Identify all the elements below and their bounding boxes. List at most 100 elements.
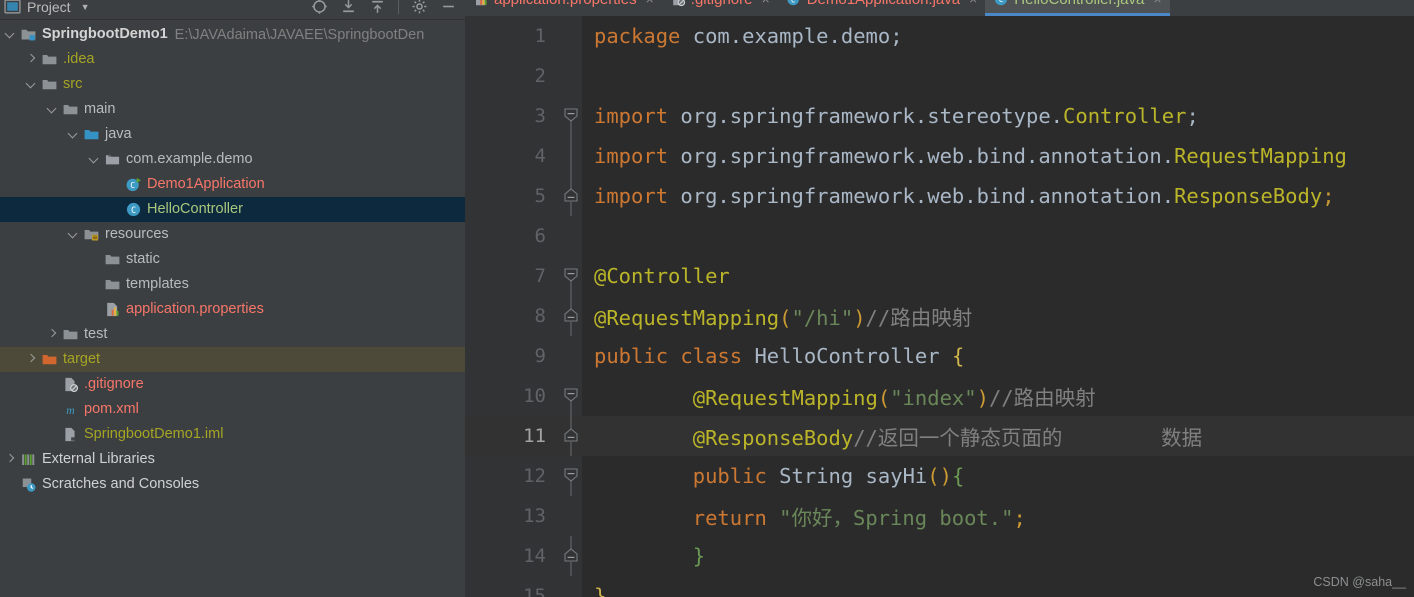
code-area[interactable]: 1 package com.example.demo; 2 3 import org.… xyxy=(465,16,1414,597)
code-line[interactable]: 12 public String sayHi(){ xyxy=(465,456,1414,496)
gitignore-icon xyxy=(65,377,79,393)
code-line[interactable]: 7 @Controller xyxy=(465,256,1414,296)
code-text: } xyxy=(582,584,1414,597)
chevron-right-icon[interactable] xyxy=(25,353,38,366)
close-icon[interactable]: × xyxy=(646,0,654,7)
tree-row-scratches-and-consoles[interactable]: Scratches and Consoles xyxy=(0,472,465,497)
tree-item-label: Scratches and Consoles xyxy=(42,476,200,492)
tree-row-test[interactable]: test xyxy=(0,322,465,347)
toolbar-divider xyxy=(398,0,399,14)
code-token: public xyxy=(692,464,767,488)
sidebar-tool-buttons xyxy=(311,0,465,15)
code-token: public xyxy=(594,344,669,368)
tree-item-label: .idea xyxy=(63,51,95,67)
expand-all-icon[interactable] xyxy=(369,0,386,15)
tree-row-hellocontroller[interactable]: C HelloController xyxy=(0,197,465,222)
svg-text:C: C xyxy=(999,0,1004,4)
tree-row-src[interactable]: src xyxy=(0,72,465,97)
fold-marker[interactable] xyxy=(560,256,582,296)
code-line[interactable]: 1 package com.example.demo; xyxy=(465,16,1414,56)
code-line[interactable]: 4 import org.springframework.web.bind.an… xyxy=(465,136,1414,176)
tree-row-target[interactable]: target xyxy=(0,347,465,372)
tree-row-demo1application[interactable]: C Demo1Application xyxy=(0,172,465,197)
collapse-all-icon[interactable] xyxy=(340,0,357,15)
package-icon xyxy=(105,154,120,165)
code-line[interactable]: 10 @RequestMapping("index")//路由映射 xyxy=(465,376,1414,416)
close-icon[interactable]: × xyxy=(1153,0,1161,7)
line-number: 10 xyxy=(523,385,546,407)
code-token: } xyxy=(594,584,607,597)
line-number: 15 xyxy=(523,585,546,597)
chevron-right-icon[interactable] xyxy=(4,453,17,466)
code-line[interactable]: 14 } xyxy=(465,536,1414,576)
editor-tab-application-properties[interactable]: application.properties × xyxy=(465,0,662,16)
tree-row-project-root[interactable]: SpringbootDemo1 E:\JAVAdaima\JAVAEE\Spri… xyxy=(0,22,465,47)
code-line[interactable]: 11 @ResponseBody//返回一个静态页面的 数据 xyxy=(465,416,1414,456)
folder-icon xyxy=(105,280,120,290)
project-tool-window-header[interactable]: Project ▼ xyxy=(0,0,90,15)
maven-icon: m xyxy=(66,404,74,417)
code-token: //路由映射 xyxy=(988,386,1096,410)
code-line[interactable]: 9 public class HelloController { xyxy=(465,336,1414,376)
code-line[interactable]: 8 @RequestMapping("/hi")//路由映射 xyxy=(465,296,1414,336)
fold-marker[interactable] xyxy=(560,536,582,576)
tree-row-application-properties[interactable]: application.properties xyxy=(0,297,465,322)
editor-tab-demo1application-java[interactable]: C Demo1Application.java × xyxy=(778,0,986,16)
tree-row-java[interactable]: java xyxy=(0,122,465,147)
tree-row-gitignore[interactable]: .gitignore xyxy=(0,372,465,397)
folder-res-icon xyxy=(84,230,99,241)
project-root-path: E:\JAVAdaima\JAVAEE\SpringbootDen xyxy=(174,26,425,43)
tree-row-static[interactable]: static xyxy=(0,247,465,272)
fold-marker[interactable] xyxy=(560,296,582,336)
fold-marker[interactable] xyxy=(560,416,582,456)
chevron-down-icon[interactable] xyxy=(67,128,80,141)
chevron-right-icon[interactable] xyxy=(25,53,38,66)
code-line[interactable]: 3 import org.springframework.stereotype.… xyxy=(465,96,1414,136)
code-line[interactable]: 6 xyxy=(465,216,1414,256)
editor-tab-bar: application.properties × .gitignore × C De… xyxy=(465,0,1414,16)
tree-row-main[interactable]: main xyxy=(0,97,465,122)
code-line[interactable]: 2 xyxy=(465,56,1414,96)
chevron-down-icon[interactable] xyxy=(46,103,59,116)
close-icon[interactable]: × xyxy=(762,0,770,7)
minimize-icon[interactable] xyxy=(440,0,457,15)
tree-row-springbootdemo1-iml[interactable]: SpringbootDemo1.iml xyxy=(0,422,465,447)
fold-marker[interactable] xyxy=(560,176,582,216)
chevron-down-icon[interactable] xyxy=(67,228,80,241)
fold-marker[interactable] xyxy=(560,376,582,416)
locate-icon[interactable] xyxy=(311,0,328,15)
fold-marker[interactable] xyxy=(560,456,582,496)
line-number: 2 xyxy=(534,65,546,87)
editor-tab--gitignore[interactable]: .gitignore × xyxy=(662,0,778,16)
chevron-right-icon[interactable] xyxy=(46,328,59,341)
chevron-down-icon[interactable] xyxy=(88,153,101,166)
folder-icon xyxy=(63,105,78,115)
code-line[interactable]: 15} xyxy=(465,576,1414,597)
fold-marker xyxy=(560,336,582,376)
code-text: @RequestMapping("/hi")//路由映射 xyxy=(582,301,1414,331)
code-text: } xyxy=(582,544,1414,568)
tree-row-com-example-demo[interactable]: com.example.demo xyxy=(0,147,465,172)
chevron-down-icon[interactable] xyxy=(4,28,17,41)
editor-tab-hellocontroller-java[interactable]: C HelloController.java × xyxy=(985,0,1170,16)
chevron-down-icon[interactable]: ▼ xyxy=(81,2,90,12)
fold-marker[interactable] xyxy=(560,96,582,136)
properties-icon xyxy=(107,302,119,317)
folder-icon xyxy=(63,330,78,340)
chevron-down-icon[interactable] xyxy=(25,78,38,91)
code-line[interactable]: 5 import org.springframework.web.bind.an… xyxy=(465,176,1414,216)
code-text: package com.example.demo; xyxy=(582,24,1414,48)
code-line[interactable]: 13 return "你好，Spring boot."; xyxy=(465,496,1414,536)
settings-gear-icon[interactable] xyxy=(411,0,428,15)
line-number: 8 xyxy=(534,305,546,327)
gitignore-icon xyxy=(672,0,685,7)
tree-row-pom-xml[interactable]: m pom.xml xyxy=(0,397,465,422)
tree-row-external-libraries[interactable]: External Libraries xyxy=(0,447,465,472)
tree-row-resources[interactable]: resources xyxy=(0,222,465,247)
tree-row-templates[interactable]: templates xyxy=(0,272,465,297)
tree-row-idea[interactable]: .idea xyxy=(0,47,465,72)
fold-marker[interactable] xyxy=(560,136,582,176)
close-icon[interactable]: × xyxy=(969,0,977,7)
